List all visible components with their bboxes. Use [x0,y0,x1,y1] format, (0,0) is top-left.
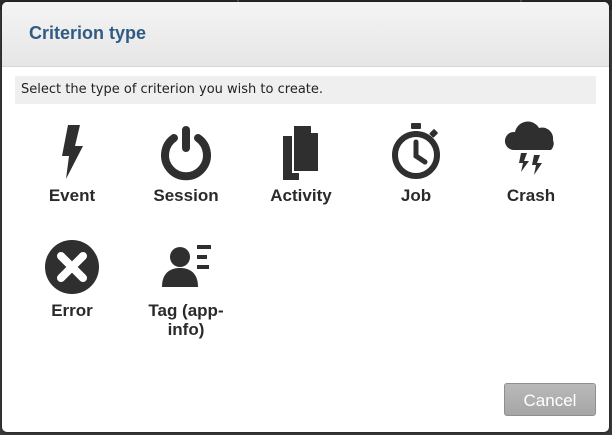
criterion-option-crash[interactable]: Crash [481,120,581,205]
cancel-button[interactable]: Cancel [504,383,596,416]
criterion-option-job[interactable]: Job [366,120,466,205]
criterion-option-label: Activity [270,186,332,205]
dialog-header: Criterion type [2,2,609,67]
lightning-bolt-icon [62,125,83,179]
criterion-option-label: Session [153,186,219,205]
criterion-option-label: Job [400,186,432,205]
instructions-text: Select the type of criterion you wish to… [15,76,596,104]
criterion-option-event[interactable]: Event [22,120,122,205]
stopwatch-icon [392,123,440,179]
documents-icon [283,124,320,180]
dialog-title: Criterion type [29,23,147,43]
criterion-option-tag-app-info[interactable]: Tag (app- info) [136,235,236,339]
criterion-option-label-line1: Tag (app- [148,301,224,320]
criterion-option-label: Event [48,186,96,205]
criterion-option-session[interactable]: Session [136,120,236,205]
storm-cloud-icon [504,121,554,175]
criterion-option-label-line2: info) [167,320,205,339]
criterion-option-error[interactable]: Error [22,235,122,320]
criterion-option-label: Error [51,301,93,320]
error-circle-icon [45,240,99,294]
criterion-option-label: Crash [506,186,556,205]
criterion-option-activity[interactable]: Activity [251,120,351,205]
power-icon [161,126,211,181]
user-tag-icon [162,245,211,287]
criterion-type-dialog: Criterion type Select the type of criter… [2,2,609,432]
